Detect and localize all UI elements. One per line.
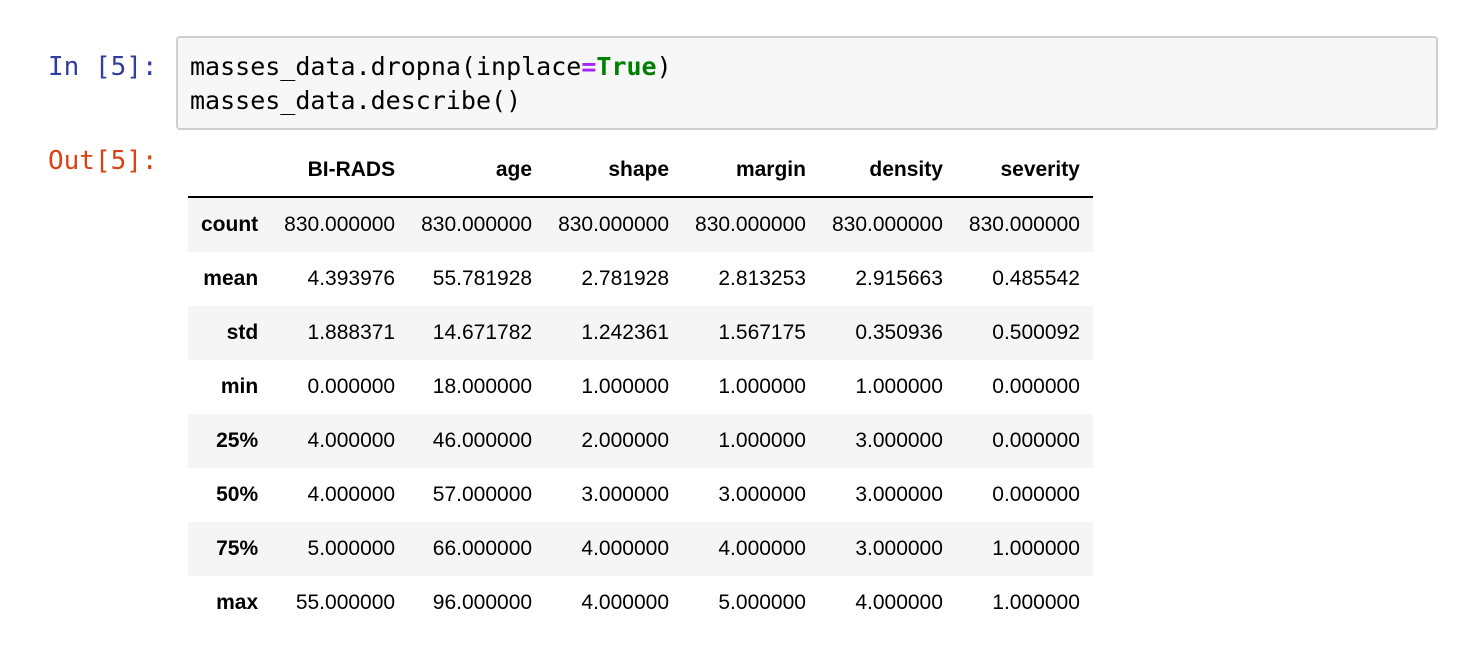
table-cell: 3.000000 xyxy=(855,537,943,560)
table-cell: 55.000000 xyxy=(295,591,396,614)
code-token-call: masses_data.dropna(inplace xyxy=(190,52,582,81)
table-cell: 2.813253 xyxy=(718,267,806,290)
code-token-close-paren: ) xyxy=(656,52,672,81)
row-label: std xyxy=(226,321,259,344)
row-label: 75% xyxy=(216,537,259,560)
table-cell: 4.000000 xyxy=(855,591,943,614)
table-cell: 1.000000 xyxy=(992,591,1080,614)
table-row-count: count 830.000000 830.000000 830.000000 8… xyxy=(188,197,1093,252)
table-cell: 4.000000 xyxy=(307,429,396,452)
table-cell: 4.000000 xyxy=(581,537,670,560)
table-cell: 3.000000 xyxy=(581,483,670,506)
table-cell: 1.000000 xyxy=(718,375,806,398)
table-cell: 1.000000 xyxy=(855,375,943,398)
table-cell: 4.000000 xyxy=(307,483,396,506)
describe-output-table: BI-RADS age shape margin density severit… xyxy=(188,144,1093,630)
table-cell: 0.485542 xyxy=(992,267,1080,290)
table-cell: 830.000000 xyxy=(558,213,670,236)
table-cell: 2.915663 xyxy=(855,267,943,290)
table-cell: 3.000000 xyxy=(855,429,943,452)
table-cell: 0.000000 xyxy=(992,375,1080,398)
table-cell: 0.000000 xyxy=(307,375,396,398)
table-cell: 4.393976 xyxy=(307,267,396,290)
table-cell: 830.000000 xyxy=(831,213,943,236)
code-token-operator: = xyxy=(581,52,597,81)
table-cell: 4.000000 xyxy=(581,591,670,614)
table-cell: 5.000000 xyxy=(307,537,396,560)
table-cell: 66.000000 xyxy=(432,537,533,560)
row-label: 50% xyxy=(216,483,259,506)
code-cell-editor[interactable]: masses_data.dropna(inplace=True) masses_… xyxy=(176,36,1438,130)
column-header-shape: shape xyxy=(545,144,683,198)
table-cell: 0.500092 xyxy=(992,321,1080,344)
column-header-age: age xyxy=(408,144,546,198)
table-row-max: max 55.000000 96.000000 4.000000 5.00000… xyxy=(188,576,1093,630)
input-prompt: In [5]: xyxy=(48,52,158,82)
code-token-keyword: True xyxy=(596,52,657,81)
table-row-mean: mean 4.393976 55.781928 2.781928 2.81325… xyxy=(188,252,1093,306)
table-cell: 3.000000 xyxy=(855,483,943,506)
table-cell: 0.000000 xyxy=(992,483,1080,506)
table-cell: 830.000000 xyxy=(284,213,396,236)
table-row-50-percent: 50% 4.000000 57.000000 3.000000 3.000000… xyxy=(188,468,1093,522)
table-cell: 96.000000 xyxy=(432,591,533,614)
table-cell: 4.000000 xyxy=(718,537,806,560)
table-cell: 14.671782 xyxy=(432,321,533,344)
table-cell: 1.000000 xyxy=(718,429,806,452)
table-cell: 830.000000 xyxy=(695,213,806,236)
index-header-cell xyxy=(188,144,272,198)
table-cell: 2.781928 xyxy=(581,267,670,290)
table-cell: 1.000000 xyxy=(581,375,670,398)
table-cell: 1.000000 xyxy=(992,537,1080,560)
table-cell: 830.000000 xyxy=(968,213,1080,236)
table-cell: 1.242361 xyxy=(581,321,670,344)
column-header-density: density xyxy=(818,144,956,198)
table-row-25-percent: 25% 4.000000 46.000000 2.000000 1.000000… xyxy=(188,414,1093,468)
code-line-2[interactable]: masses_data.describe() xyxy=(190,86,521,115)
table-cell: 830.000000 xyxy=(421,213,533,236)
table-cell: 3.000000 xyxy=(718,483,806,506)
table-cell: 1.888371 xyxy=(307,321,396,344)
column-header-margin: margin xyxy=(682,144,819,198)
column-header-bi-rads: BI-RADS xyxy=(271,144,409,198)
table-row-min: min 0.000000 18.000000 1.000000 1.000000… xyxy=(188,360,1093,414)
table-cell: 55.781928 xyxy=(432,267,533,290)
code-line-1[interactable]: masses_data.dropna(inplace=True) xyxy=(190,52,672,81)
row-label: max xyxy=(216,591,259,614)
table-cell: 18.000000 xyxy=(432,375,533,398)
column-header-severity: severity xyxy=(955,144,1093,198)
output-prompt: Out[5]: xyxy=(48,146,158,176)
table-cell: 46.000000 xyxy=(432,429,533,452)
table-cell: 0.000000 xyxy=(992,429,1080,452)
row-label: min xyxy=(220,375,259,398)
table-cell: 0.350936 xyxy=(855,321,943,344)
table-header-row: BI-RADS age shape margin density severit… xyxy=(188,144,1093,198)
row-label: count xyxy=(201,213,259,236)
row-label: 25% xyxy=(216,429,259,452)
table-row-75-percent: 75% 5.000000 66.000000 4.000000 4.000000… xyxy=(188,522,1093,576)
table-cell: 2.000000 xyxy=(581,429,670,452)
table-cell: 57.000000 xyxy=(432,483,533,506)
table-row-std: std 1.888371 14.671782 1.242361 1.567175… xyxy=(188,306,1093,360)
row-label: mean xyxy=(203,267,259,290)
table-cell: 1.567175 xyxy=(718,321,806,344)
table-cell: 5.000000 xyxy=(718,591,806,614)
